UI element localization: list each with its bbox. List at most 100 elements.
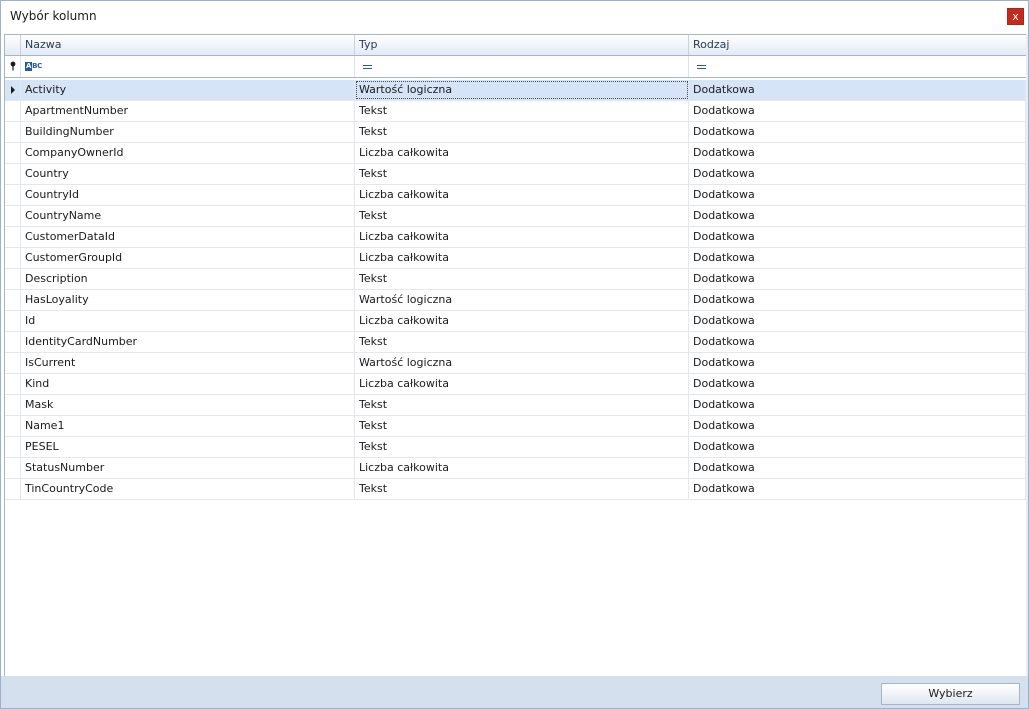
abc-filter-icon[interactable]: ABC xyxy=(25,62,42,71)
table-row[interactable]: CountryName Tekst Dodatkowa xyxy=(5,206,1026,227)
cell-type[interactable]: Tekst xyxy=(355,101,689,121)
table-row[interactable]: Mask Tekst Dodatkowa xyxy=(5,395,1026,416)
table-row[interactable]: ApartmentNumber Tekst Dodatkowa xyxy=(5,101,1026,122)
cell-kind[interactable]: Dodatkowa xyxy=(689,479,1026,499)
cell-name[interactable]: CountryName xyxy=(21,206,355,226)
table-row[interactable]: Description Tekst Dodatkowa xyxy=(5,269,1026,290)
cell-kind[interactable]: Dodatkowa xyxy=(689,248,1026,268)
cell-type[interactable]: Tekst xyxy=(355,122,689,142)
cell-kind[interactable]: Dodatkowa xyxy=(689,416,1026,436)
equals-filter-icon[interactable] xyxy=(697,65,706,69)
cell-type[interactable]: Tekst xyxy=(355,206,689,226)
table-row[interactable]: HasLoyality Wartość logiczna Dodatkowa xyxy=(5,290,1026,311)
row-indicator[interactable] xyxy=(5,332,21,352)
row-indicator[interactable] xyxy=(5,122,21,142)
select-button[interactable]: Wybierz xyxy=(881,683,1020,705)
row-indicator[interactable] xyxy=(5,290,21,310)
table-row[interactable]: CustomerDataId Liczba całkowita Dodatkowa xyxy=(5,227,1026,248)
cell-name[interactable]: IdentityCardNumber xyxy=(21,332,355,352)
table-row[interactable]: TinCountryCode Tekst Dodatkowa xyxy=(5,479,1026,500)
cell-name[interactable]: TinCountryCode xyxy=(21,479,355,499)
row-indicator[interactable] xyxy=(5,101,21,121)
row-indicator[interactable] xyxy=(5,374,21,394)
filter-cell-type[interactable] xyxy=(355,56,689,77)
row-indicator[interactable] xyxy=(5,206,21,226)
cell-name[interactable]: IsCurrent xyxy=(21,353,355,373)
row-indicator[interactable] xyxy=(5,269,21,289)
table-row[interactable]: CountryId Liczba całkowita Dodatkowa xyxy=(5,185,1026,206)
cell-kind[interactable]: Dodatkowa xyxy=(689,374,1026,394)
cell-type[interactable]: Liczba całkowita xyxy=(355,311,689,331)
table-row[interactable]: IdentityCardNumber Tekst Dodatkowa xyxy=(5,332,1026,353)
cell-kind[interactable]: Dodatkowa xyxy=(689,437,1026,457)
table-row[interactable]: CompanyOwnerId Liczba całkowita Dodatkowa xyxy=(5,143,1026,164)
table-row[interactable]: PESEL Tekst Dodatkowa xyxy=(5,437,1026,458)
column-header-type[interactable]: Typ xyxy=(355,35,689,55)
row-indicator[interactable] xyxy=(5,185,21,205)
table-row[interactable]: Activity Wartość logiczna Dodatkowa xyxy=(5,80,1026,101)
cell-type[interactable]: Wartość logiczna xyxy=(355,290,689,310)
cell-kind[interactable]: Dodatkowa xyxy=(689,311,1026,331)
close-button[interactable]: x xyxy=(1007,8,1024,25)
table-row[interactable]: IsCurrent Wartość logiczna Dodatkowa xyxy=(5,353,1026,374)
cell-type[interactable]: Tekst xyxy=(355,395,689,415)
cell-name[interactable]: CustomerGroupId xyxy=(21,248,355,268)
table-row[interactable]: CustomerGroupId Liczba całkowita Dodatkowa xyxy=(5,248,1026,269)
row-indicator[interactable] xyxy=(5,353,21,373)
cell-type[interactable]: Tekst xyxy=(355,416,689,436)
row-selected-indicator-icon[interactable] xyxy=(5,80,21,100)
cell-name[interactable]: Kind xyxy=(21,374,355,394)
cell-name[interactable]: CompanyOwnerId xyxy=(21,143,355,163)
filter-cell-kind[interactable] xyxy=(689,56,1026,77)
cell-kind[interactable]: Dodatkowa xyxy=(689,395,1026,415)
column-header-kind[interactable]: Rodzaj xyxy=(689,35,1026,55)
table-row[interactable]: BuildingNumber Tekst Dodatkowa xyxy=(5,122,1026,143)
cell-kind[interactable]: Dodatkowa xyxy=(689,458,1026,478)
cell-kind[interactable]: Dodatkowa xyxy=(689,353,1026,373)
table-row[interactable]: Country Tekst Dodatkowa xyxy=(5,164,1026,185)
cell-type[interactable]: Tekst xyxy=(355,269,689,289)
table-row[interactable]: Name1 Tekst Dodatkowa xyxy=(5,416,1026,437)
row-indicator[interactable] xyxy=(5,248,21,268)
cell-type[interactable]: Liczba całkowita xyxy=(355,227,689,247)
row-indicator[interactable] xyxy=(5,437,21,457)
row-indicator[interactable] xyxy=(5,311,21,331)
cell-name[interactable]: CountryId xyxy=(21,185,355,205)
cell-name[interactable]: Description xyxy=(21,269,355,289)
cell-type[interactable]: Liczba całkowita xyxy=(355,143,689,163)
cell-name[interactable]: Country xyxy=(21,164,355,184)
cell-type[interactable]: Tekst xyxy=(355,437,689,457)
cell-kind[interactable]: Dodatkowa xyxy=(689,290,1026,310)
cell-name[interactable]: HasLoyality xyxy=(21,290,355,310)
row-indicator[interactable] xyxy=(5,416,21,436)
row-indicator[interactable] xyxy=(5,458,21,478)
cell-type[interactable]: Liczba całkowita xyxy=(355,185,689,205)
cell-kind[interactable]: Dodatkowa xyxy=(689,164,1026,184)
column-header-name[interactable]: Nazwa xyxy=(21,35,355,55)
cell-kind[interactable]: Dodatkowa xyxy=(689,269,1026,289)
cell-name[interactable]: StatusNumber xyxy=(21,458,355,478)
table-row[interactable]: Kind Liczba całkowita Dodatkowa xyxy=(5,374,1026,395)
cell-kind[interactable]: Dodatkowa xyxy=(689,185,1026,205)
cell-name[interactable]: Mask xyxy=(21,395,355,415)
cell-kind[interactable]: Dodatkowa xyxy=(689,101,1026,121)
cell-name[interactable]: Name1 xyxy=(21,416,355,436)
filter-cell-name[interactable]: ABC xyxy=(21,56,355,77)
cell-name[interactable]: CustomerDataId xyxy=(21,227,355,247)
cell-kind[interactable]: Dodatkowa xyxy=(689,227,1026,247)
cell-name[interactable]: Id xyxy=(21,311,355,331)
cell-type[interactable]: Liczba całkowita xyxy=(355,374,689,394)
cell-name[interactable]: PESEL xyxy=(21,437,355,457)
cell-type[interactable]: Tekst xyxy=(355,479,689,499)
cell-kind[interactable]: Dodatkowa xyxy=(689,332,1026,352)
cell-type[interactable]: Wartość logiczna xyxy=(355,80,689,100)
row-indicator[interactable] xyxy=(5,143,21,163)
row-indicator[interactable] xyxy=(5,227,21,247)
cell-name[interactable]: BuildingNumber xyxy=(21,122,355,142)
cell-name[interactable]: Activity xyxy=(21,80,355,100)
table-row[interactable]: StatusNumber Liczba całkowita Dodatkowa xyxy=(5,458,1026,479)
row-indicator[interactable] xyxy=(5,164,21,184)
row-indicator[interactable] xyxy=(5,479,21,499)
row-indicator[interactable] xyxy=(5,395,21,415)
table-row[interactable]: Id Liczba całkowita Dodatkowa xyxy=(5,311,1026,332)
